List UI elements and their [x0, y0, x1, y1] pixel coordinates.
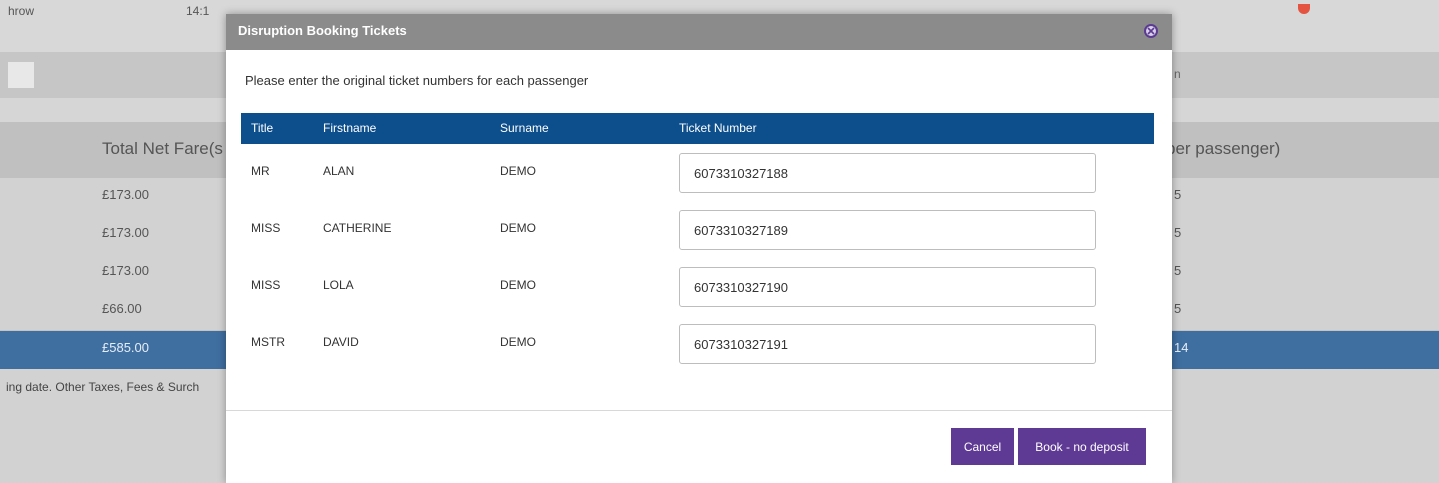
ticket-number-input[interactable] — [679, 267, 1096, 307]
instruction-text: Please enter the original ticket numbers… — [245, 73, 589, 88]
fare-cell: £173.00 — [102, 225, 149, 240]
modal-footer-divider — [226, 410, 1172, 411]
modal-header: Disruption Booking Tickets — [226, 14, 1172, 50]
passenger-firstname: DAVID — [323, 335, 359, 349]
cancel-button[interactable]: Cancel — [951, 428, 1014, 465]
background-header-total-net-fare: Total Net Fare(s — [102, 139, 223, 158]
passenger-surname: DEMO — [500, 221, 536, 235]
background-header-per-passenger: per passenger) — [1166, 139, 1281, 158]
passenger-firstname: ALAN — [323, 164, 355, 178]
table-row: MR ALAN DEMO — [241, 144, 1154, 201]
passenger-surname: DEMO — [500, 278, 536, 292]
passenger-title: MSTR — [251, 335, 285, 349]
passenger-surname: DEMO — [500, 335, 536, 349]
passenger-surname: DEMO — [500, 164, 536, 178]
table-row: MISS CATHERINE DEMO — [241, 201, 1154, 258]
fare-cell: £173.00 — [102, 263, 149, 278]
ticket-number-input[interactable] — [679, 153, 1096, 193]
passenger-title: MR — [251, 164, 270, 178]
fare-cell: £66.00 — [102, 301, 142, 316]
table-row: MSTR DAVID DEMO — [241, 315, 1154, 372]
table-header: Title Firstname Surname Ticket Number — [241, 113, 1154, 144]
column-header-firstname: Firstname — [323, 121, 377, 135]
close-icon — [1147, 27, 1155, 35]
fare-cell-right: 5 — [1174, 301, 1182, 316]
background-input — [8, 62, 34, 88]
background-searchbar-right-text: n — [1174, 67, 1181, 81]
book-no-deposit-button[interactable]: Book - no deposit — [1018, 428, 1146, 465]
passenger-firstname: CATHERINE — [323, 221, 392, 235]
fare-cell-right: 5 — [1174, 187, 1182, 202]
column-header-title: Title — [251, 121, 274, 135]
fare-cell-right: 5 — [1174, 225, 1182, 240]
column-header-ticket-number: Ticket Number — [679, 121, 757, 135]
modal-title: Disruption Booking Tickets — [238, 23, 407, 38]
fare-cell: £173.00 — [102, 187, 149, 202]
background-footnote: ing date. Other Taxes, Fees & Surch — [6, 380, 200, 394]
passenger-title: MISS — [251, 278, 281, 292]
close-circle-icon[interactable] — [1144, 24, 1158, 38]
fare-cell-right: 5 — [1174, 263, 1182, 278]
table-row: MISS LOLA DEMO — [241, 258, 1154, 315]
total-fare-cell: £585.00 — [102, 340, 149, 355]
passenger-firstname: LOLA — [323, 278, 354, 292]
column-header-surname: Surname — [500, 121, 549, 135]
passenger-title: MISS — [251, 221, 281, 235]
background-top-left-text: hrow — [8, 4, 35, 18]
background-top-time: 14:1 — [186, 4, 210, 18]
passenger-ticket-table: Title Firstname Surname Ticket Number MR… — [241, 113, 1154, 372]
ticket-number-input[interactable] — [679, 324, 1096, 364]
total-fare-cell-right: 14 — [1174, 340, 1189, 355]
disruption-booking-modal: Disruption Booking Tickets Please enter … — [226, 14, 1172, 483]
ticket-number-input[interactable] — [679, 210, 1096, 250]
